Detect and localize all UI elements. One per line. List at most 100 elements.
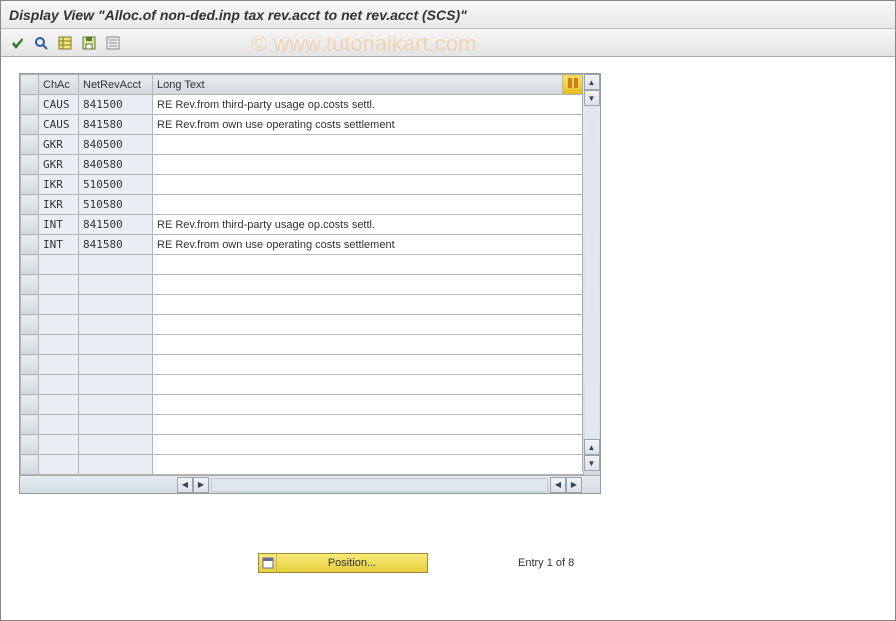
cell-netrev[interactable]: 840500 — [79, 135, 153, 155]
cell-netrev[interactable]: 841580 — [79, 235, 153, 255]
table-row[interactable] — [21, 315, 584, 335]
vertical-scrollbar[interactable]: ▲ ▼ ▲ ▼ — [582, 74, 600, 471]
cell-chac[interactable] — [39, 375, 79, 395]
table-row[interactable] — [21, 335, 584, 355]
cell-netrev[interactable] — [79, 455, 153, 475]
cell-chac[interactable] — [39, 315, 79, 335]
table-row[interactable] — [21, 375, 584, 395]
cell-chac[interactable]: IKR — [39, 175, 79, 195]
cell-chac[interactable] — [39, 455, 79, 475]
row-selector[interactable] — [21, 215, 39, 235]
cell-chac[interactable] — [39, 435, 79, 455]
row-selector[interactable] — [21, 95, 39, 115]
save-icon[interactable] — [79, 33, 99, 53]
cell-netrev[interactable] — [79, 275, 153, 295]
vscroll-track[interactable] — [585, 106, 599, 439]
col-longtext[interactable]: Long Text — [153, 75, 563, 95]
col-chac[interactable]: ChAc — [39, 75, 79, 95]
configure-columns-icon[interactable] — [563, 75, 584, 95]
table-icon[interactable] — [55, 33, 75, 53]
row-selector[interactable] — [21, 195, 39, 215]
row-selector[interactable] — [21, 435, 39, 455]
cell-netrev[interactable] — [79, 395, 153, 415]
position-button[interactable]: Position... — [258, 553, 428, 573]
cell-chac[interactable]: INT — [39, 215, 79, 235]
table-row[interactable]: INT841580RE Rev.from own use operating c… — [21, 235, 584, 255]
scroll-left-end-icon[interactable]: ◀ — [550, 477, 566, 493]
cell-netrev[interactable] — [79, 355, 153, 375]
table-row[interactable] — [21, 255, 584, 275]
cell-netrev[interactable] — [79, 335, 153, 355]
table-row[interactable]: INT841500RE Rev.from third-party usage o… — [21, 215, 584, 235]
row-selector[interactable] — [21, 355, 39, 375]
col-netrev[interactable]: NetRevAcct — [79, 75, 153, 95]
scroll-down-small-icon[interactable]: ▼ — [584, 90, 600, 106]
table-row[interactable]: CAUS841500RE Rev.from third-party usage … — [21, 95, 584, 115]
scroll-left-icon[interactable]: ◀ — [177, 477, 193, 493]
check-icon[interactable] — [7, 33, 27, 53]
cell-netrev[interactable] — [79, 435, 153, 455]
scroll-down-icon[interactable]: ▼ — [584, 455, 600, 471]
cell-netrev[interactable] — [79, 295, 153, 315]
row-selector[interactable] — [21, 235, 39, 255]
row-selector-header[interactable] — [21, 75, 39, 95]
list-icon[interactable] — [103, 33, 123, 53]
table-row[interactable] — [21, 415, 584, 435]
row-selector[interactable] — [21, 315, 39, 335]
row-selector[interactable] — [21, 255, 39, 275]
scroll-up-icon[interactable]: ▲ — [584, 74, 600, 90]
row-selector[interactable] — [21, 395, 39, 415]
cell-chac[interactable]: GKR — [39, 135, 79, 155]
cell-chac[interactable] — [39, 355, 79, 375]
cell-netrev[interactable]: 841500 — [79, 95, 153, 115]
cell-chac[interactable]: CAUS — [39, 95, 79, 115]
scroll-right-icon[interactable]: ▶ — [566, 477, 582, 493]
cell-netrev[interactable]: 841500 — [79, 215, 153, 235]
cell-netrev[interactable]: 841580 — [79, 115, 153, 135]
cell-netrev[interactable]: 510500 — [79, 175, 153, 195]
row-selector[interactable] — [21, 155, 39, 175]
cell-netrev[interactable]: 510580 — [79, 195, 153, 215]
table-row[interactable] — [21, 435, 584, 455]
cell-chac[interactable] — [39, 275, 79, 295]
row-selector[interactable] — [21, 375, 39, 395]
table-area: ChAc NetRevAcct Long Text CAUS841500RE R… — [1, 57, 895, 494]
scroll-up-bottom-icon[interactable]: ▲ — [584, 439, 600, 455]
row-selector[interactable] — [21, 135, 39, 155]
table-row[interactable]: IKR510580 — [21, 195, 584, 215]
horizontal-scrollbar[interactable]: ◀ ▶ ◀ ▶ — [20, 475, 600, 493]
cell-netrev[interactable] — [79, 315, 153, 335]
row-selector[interactable] — [21, 275, 39, 295]
table-row[interactable] — [21, 295, 584, 315]
table-row[interactable] — [21, 455, 584, 475]
cell-chac[interactable]: IKR — [39, 195, 79, 215]
table-row[interactable]: CAUS841580RE Rev.from own use operating … — [21, 115, 584, 135]
cell-chac[interactable]: GKR — [39, 155, 79, 175]
table-row[interactable] — [21, 355, 584, 375]
table-row[interactable] — [21, 275, 584, 295]
row-selector[interactable] — [21, 115, 39, 135]
row-selector[interactable] — [21, 415, 39, 435]
table-row[interactable]: IKR510500 — [21, 175, 584, 195]
row-selector[interactable] — [21, 335, 39, 355]
cell-chac[interactable] — [39, 255, 79, 275]
cell-netrev[interactable]: 840580 — [79, 155, 153, 175]
row-selector[interactable] — [21, 455, 39, 475]
row-selector[interactable] — [21, 295, 39, 315]
cell-chac[interactable] — [39, 295, 79, 315]
hscroll-track[interactable] — [211, 478, 548, 492]
table-row[interactable]: GKR840580 — [21, 155, 584, 175]
cell-chac[interactable] — [39, 415, 79, 435]
find-icon[interactable] — [31, 33, 51, 53]
table-row[interactable]: GKR840500 — [21, 135, 584, 155]
table-row[interactable] — [21, 395, 584, 415]
cell-chac[interactable] — [39, 335, 79, 355]
row-selector[interactable] — [21, 175, 39, 195]
cell-netrev[interactable] — [79, 375, 153, 395]
cell-chac[interactable]: CAUS — [39, 115, 79, 135]
cell-netrev[interactable] — [79, 255, 153, 275]
scroll-right-small-icon[interactable]: ▶ — [193, 477, 209, 493]
cell-chac[interactable]: INT — [39, 235, 79, 255]
cell-netrev[interactable] — [79, 415, 153, 435]
cell-chac[interactable] — [39, 395, 79, 415]
